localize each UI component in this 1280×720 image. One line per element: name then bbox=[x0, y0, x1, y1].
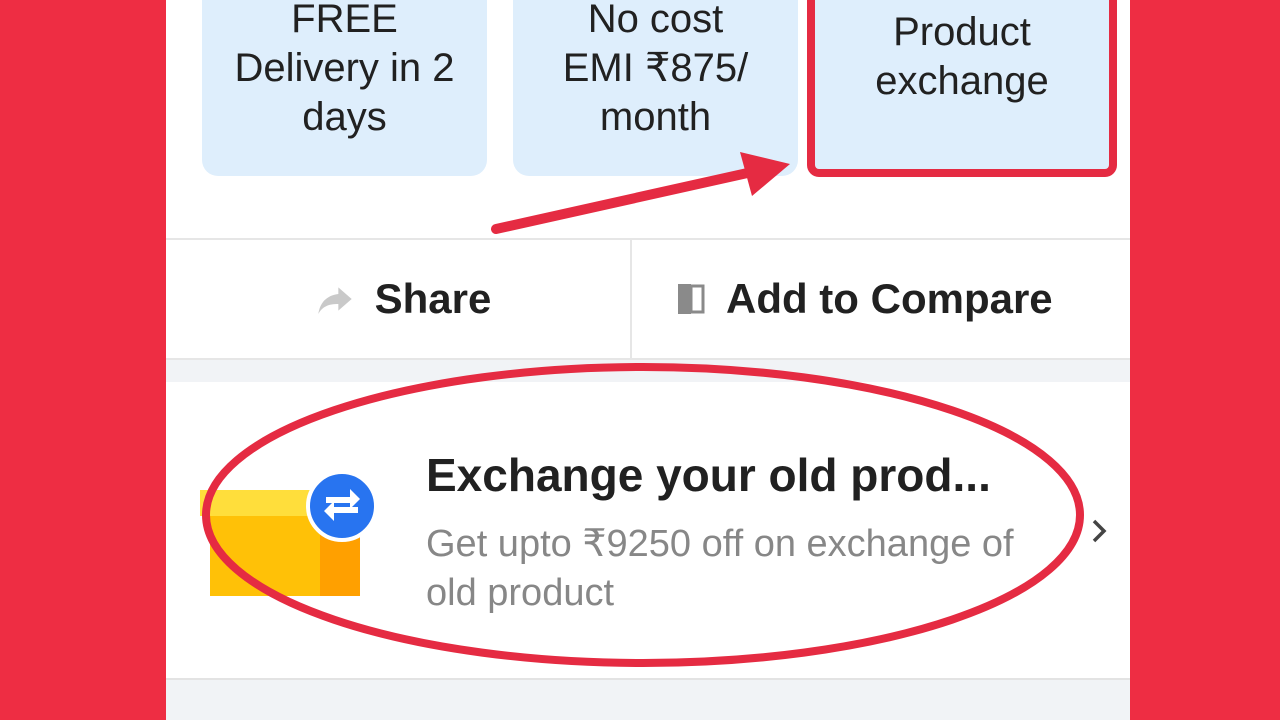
emi-line-3: month bbox=[599, 94, 712, 139]
action-row: Share Add to Compare bbox=[166, 238, 1130, 360]
exchange-title: Exchange your old prod... bbox=[426, 449, 991, 501]
free-delivery-card[interactable]: FREE Delivery in 2 days bbox=[202, 0, 487, 176]
free-delivery-line-1: FREE bbox=[291, 0, 398, 41]
share-arrow-icon bbox=[317, 287, 352, 314]
no-cost-emi-card[interactable]: No cost EMI ₹875/ month bbox=[513, 0, 798, 176]
emi-line-1: No cost bbox=[587, 0, 724, 41]
section-divider bbox=[166, 360, 1130, 382]
exchange-offer-row[interactable]: Exchange your old prod... Get upto ₹9250… bbox=[166, 382, 1130, 678]
free-delivery-line-2: Delivery in 2 bbox=[234, 45, 455, 90]
add-to-compare-button[interactable]: Add to Compare bbox=[630, 240, 1130, 358]
share-button[interactable]: Share bbox=[166, 240, 630, 358]
emi-line-2: EMI ₹875/ bbox=[562, 45, 749, 90]
exchange-subtitle: Get upto ₹9250 off on exchange of old pr… bbox=[426, 523, 1014, 614]
exchange-card-line-1: Product bbox=[893, 9, 1031, 54]
share-label: Share bbox=[374, 275, 492, 322]
exchange-card-line-2: exchange bbox=[875, 58, 1049, 103]
product-page: FREE Delivery in 2 days No cost EMI ₹875… bbox=[166, 0, 1130, 720]
free-delivery-line-3: days bbox=[302, 94, 387, 139]
compare-icon bbox=[678, 284, 705, 314]
product-exchange-card[interactable]: Product exchange bbox=[807, 0, 1117, 177]
compare-label: Add to Compare bbox=[726, 275, 1053, 322]
section-divider-bottom bbox=[166, 678, 1130, 720]
swap-arrows-icon bbox=[306, 470, 378, 542]
chevron-right-icon[interactable] bbox=[1086, 516, 1112, 546]
